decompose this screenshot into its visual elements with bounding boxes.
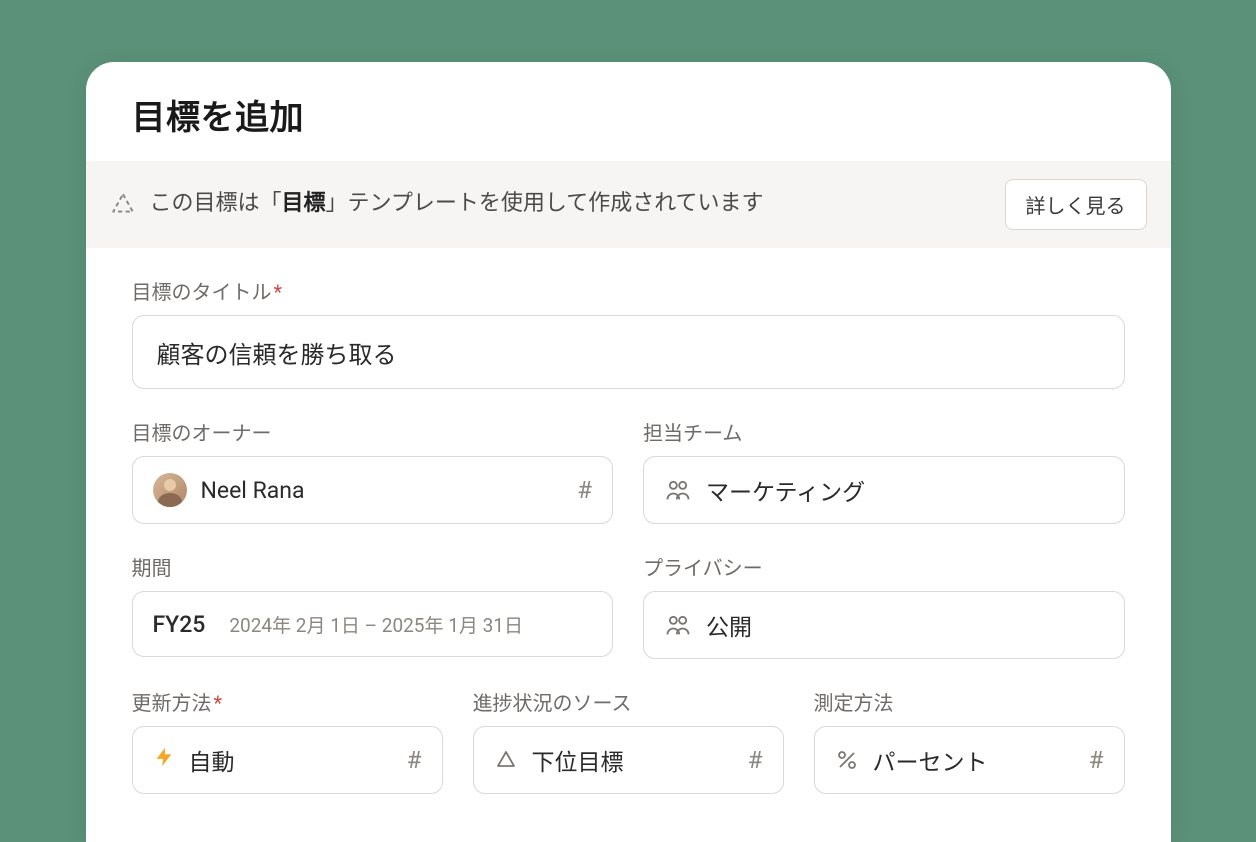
template-banner: この目標は「目標」テンプレートを使用して作成されています 詳しく見る	[86, 161, 1171, 248]
modal-header: 目標を追加	[86, 62, 1171, 161]
team-label: 担当チーム	[643, 417, 1125, 446]
team-icon	[664, 476, 692, 504]
add-goal-modal: 目標を追加 この目標は「目標」テンプレートを使用して作成されています 詳しく見る…	[86, 62, 1171, 842]
period-range: 2024年 2月 1日 – 2025年 1月 31日	[229, 611, 523, 638]
measurement-select[interactable]: パーセント #	[814, 726, 1125, 794]
period-value: FY25	[153, 611, 206, 638]
hash-icon: #	[1089, 746, 1104, 774]
period-select[interactable]: FY25 2024年 2月 1日 – 2025年 1月 31日	[132, 591, 614, 657]
progress-source-select[interactable]: 下位目標 #	[473, 726, 784, 794]
hash-icon: #	[748, 746, 763, 774]
template-banner-content: この目標は「目標」テンプレートを使用して作成されています	[110, 189, 764, 220]
privacy-field-group: プライバシー 公開	[643, 552, 1125, 659]
privacy-icon	[664, 611, 692, 639]
period-label: 期間	[132, 552, 614, 581]
update-method-field-group: 更新方法* 自動 #	[132, 687, 443, 794]
update-method-select[interactable]: 自動 #	[132, 726, 443, 794]
team-field-group: 担当チーム マーケティング	[643, 417, 1125, 524]
hash-icon: #	[407, 746, 422, 774]
owner-avatar	[153, 473, 187, 507]
modal-title: 目標を追加	[132, 90, 1125, 139]
template-banner-text: この目標は「目標」テンプレートを使用して作成されています	[150, 189, 764, 220]
bolt-icon	[153, 746, 175, 774]
owner-label: 目標のオーナー	[132, 417, 614, 446]
measurement-label: 測定方法	[814, 687, 1125, 716]
owner-value: Neel Rana	[201, 477, 564, 504]
update-method-value: 自動	[189, 743, 393, 777]
template-icon	[110, 191, 136, 217]
learn-more-button[interactable]: 詳しく見る	[1005, 179, 1147, 230]
measurement-field-group: 測定方法 パーセント #	[814, 687, 1125, 794]
form-body: 目標のタイトル* 目標のオーナー Neel Rana # 担当チーム	[86, 276, 1171, 842]
team-select[interactable]: マーケティング	[643, 456, 1125, 524]
period-field-group: 期間 FY25 2024年 2月 1日 – 2025年 1月 31日	[132, 552, 614, 659]
goal-title-label: 目標のタイトル*	[132, 276, 1125, 305]
progress-source-field-group: 進捗状況のソース 下位目標 #	[473, 687, 784, 794]
owner-select[interactable]: Neel Rana #	[132, 456, 614, 524]
team-value: マーケティング	[706, 473, 1104, 507]
hash-icon: #	[577, 476, 592, 504]
owner-field-group: 目標のオーナー Neel Rana #	[132, 417, 614, 524]
goal-title-field-group: 目標のタイトル*	[132, 276, 1125, 389]
privacy-select[interactable]: 公開	[643, 591, 1125, 659]
percent-icon	[835, 748, 859, 772]
update-method-label: 更新方法*	[132, 687, 443, 716]
privacy-label: プライバシー	[643, 552, 1125, 581]
goal-title-input[interactable]	[132, 315, 1125, 389]
progress-source-label: 進捗状況のソース	[473, 687, 784, 716]
privacy-value: 公開	[706, 608, 1104, 642]
sub-goal-icon	[494, 748, 518, 772]
measurement-value: パーセント	[873, 743, 1075, 777]
progress-source-value: 下位目標	[532, 743, 734, 777]
